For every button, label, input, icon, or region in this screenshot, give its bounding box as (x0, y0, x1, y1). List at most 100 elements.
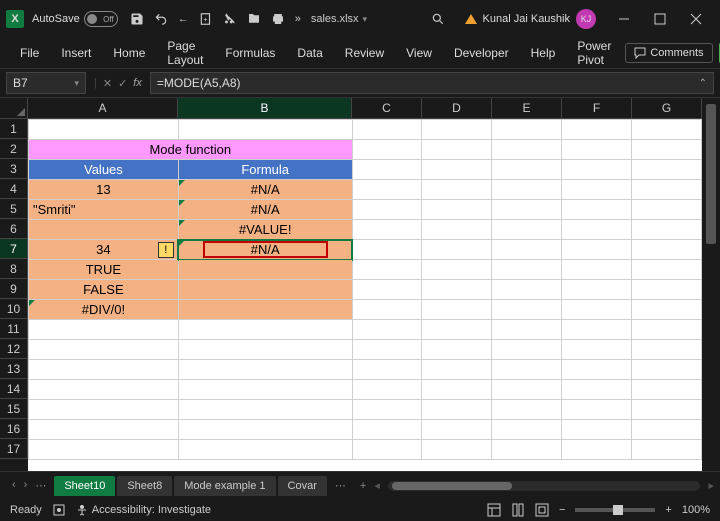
zoom-level[interactable]: 100% (682, 504, 710, 516)
cell[interactable] (29, 340, 179, 360)
cell[interactable] (492, 320, 562, 340)
cell[interactable] (562, 200, 632, 220)
user-avatar[interactable]: KJ (576, 9, 596, 29)
row-header[interactable]: 13 (0, 359, 28, 379)
row-header[interactable]: 8 (0, 259, 28, 279)
cell[interactable] (632, 200, 702, 220)
cell[interactable] (422, 220, 492, 240)
column-header[interactable]: G (632, 98, 702, 119)
cell[interactable] (352, 400, 422, 420)
tab-formulas[interactable]: Formulas (217, 42, 283, 64)
cell[interactable] (632, 380, 702, 400)
cell[interactable] (562, 360, 632, 380)
view-page-break-icon[interactable] (535, 503, 549, 517)
cell[interactable] (352, 280, 422, 300)
cell[interactable] (492, 260, 562, 280)
search-icon[interactable] (431, 12, 445, 26)
cell[interactable] (352, 260, 422, 280)
cell[interactable] (632, 240, 702, 260)
cell[interactable] (562, 280, 632, 300)
tab-view[interactable]: View (398, 42, 440, 64)
cell[interactable] (422, 380, 492, 400)
cell[interactable] (178, 380, 352, 400)
cell[interactable] (178, 440, 352, 460)
print-icon[interactable] (271, 12, 285, 26)
cell[interactable] (422, 120, 492, 140)
row-header[interactable]: 9 (0, 279, 28, 299)
new-sheet-icon[interactable] (199, 12, 213, 26)
row-header[interactable]: 11 (0, 319, 28, 339)
cell[interactable] (562, 340, 632, 360)
cell[interactable]: "Smriti" (29, 200, 179, 220)
cell[interactable] (352, 440, 422, 460)
cell[interactable]: TRUE (29, 260, 179, 280)
tab-home[interactable]: Home (105, 42, 153, 64)
cell[interactable] (492, 140, 562, 160)
sheet-tab[interactable]: Sheet8 (117, 476, 172, 496)
cell[interactable] (352, 420, 422, 440)
filename-dropdown-icon[interactable]: ▾ (363, 14, 368, 25)
column-header[interactable]: C (352, 98, 422, 119)
row-header[interactable]: 1 (0, 119, 28, 139)
cell[interactable] (352, 340, 422, 360)
cell[interactable] (352, 300, 422, 320)
row-header[interactable]: 4 (0, 179, 28, 199)
cell[interactable] (562, 420, 632, 440)
cell[interactable] (632, 440, 702, 460)
sheet-tab[interactable]: Sheet10 (54, 476, 115, 496)
cell[interactable]: #N/A (178, 240, 352, 260)
cell[interactable] (422, 320, 492, 340)
accessibility-status[interactable]: Accessibility: Investigate (76, 504, 211, 516)
zoom-in-button[interactable]: + (665, 504, 671, 516)
cell[interactable] (422, 200, 492, 220)
column-header[interactable]: F (562, 98, 632, 119)
cell[interactable] (352, 320, 422, 340)
cell[interactable]: #N/A (178, 180, 352, 200)
vertical-scrollbar[interactable] (702, 98, 720, 471)
cell[interactable] (492, 160, 562, 180)
tab-data[interactable]: Data (289, 42, 330, 64)
cell[interactable] (178, 340, 352, 360)
cell[interactable] (632, 420, 702, 440)
cell[interactable]: #DIV/0! (29, 300, 179, 320)
cell[interactable] (422, 280, 492, 300)
cell[interactable] (562, 320, 632, 340)
cell[interactable] (422, 160, 492, 180)
cell[interactable] (562, 160, 632, 180)
autosave-toggle[interactable]: Off (84, 11, 118, 27)
zoom-slider[interactable] (575, 508, 655, 512)
cell[interactable] (632, 140, 702, 160)
cell[interactable] (352, 220, 422, 240)
cell[interactable] (562, 180, 632, 200)
cell[interactable] (492, 180, 562, 200)
row-header[interactable]: 3 (0, 159, 28, 179)
column-header[interactable]: A (28, 98, 178, 119)
filename-label[interactable]: sales.xlsx (311, 13, 359, 25)
cell[interactable] (632, 260, 702, 280)
cell[interactable] (562, 220, 632, 240)
row-header[interactable]: 15 (0, 399, 28, 419)
sheet-tab[interactable]: Covar (278, 476, 327, 496)
cell[interactable] (422, 300, 492, 320)
cell[interactable] (352, 180, 422, 200)
tab-prev-icon[interactable]: ‹ (12, 479, 16, 492)
cell[interactable] (492, 120, 562, 140)
cell[interactable] (178, 400, 352, 420)
undo-icon[interactable] (154, 12, 168, 26)
cell[interactable]: Formula (178, 160, 352, 180)
macro-record-icon[interactable] (52, 503, 66, 517)
formula-input[interactable]: =MODE(A5,A8) ⌃ (150, 72, 714, 94)
cell[interactable] (492, 360, 562, 380)
cell[interactable] (632, 120, 702, 140)
zoom-out-button[interactable]: − (559, 504, 565, 516)
new-sheet-button[interactable]: + (354, 480, 372, 492)
cell[interactable] (352, 160, 422, 180)
cell[interactable]: #N/A (178, 200, 352, 220)
cell[interactable] (29, 120, 179, 140)
tab-page-layout[interactable]: Page Layout (159, 35, 211, 71)
sheet-tab[interactable]: Mode example 1 (174, 476, 275, 496)
close-button[interactable] (678, 4, 714, 34)
cell[interactable] (178, 260, 352, 280)
column-header[interactable]: B (178, 98, 352, 119)
cell[interactable]: Values (29, 160, 179, 180)
